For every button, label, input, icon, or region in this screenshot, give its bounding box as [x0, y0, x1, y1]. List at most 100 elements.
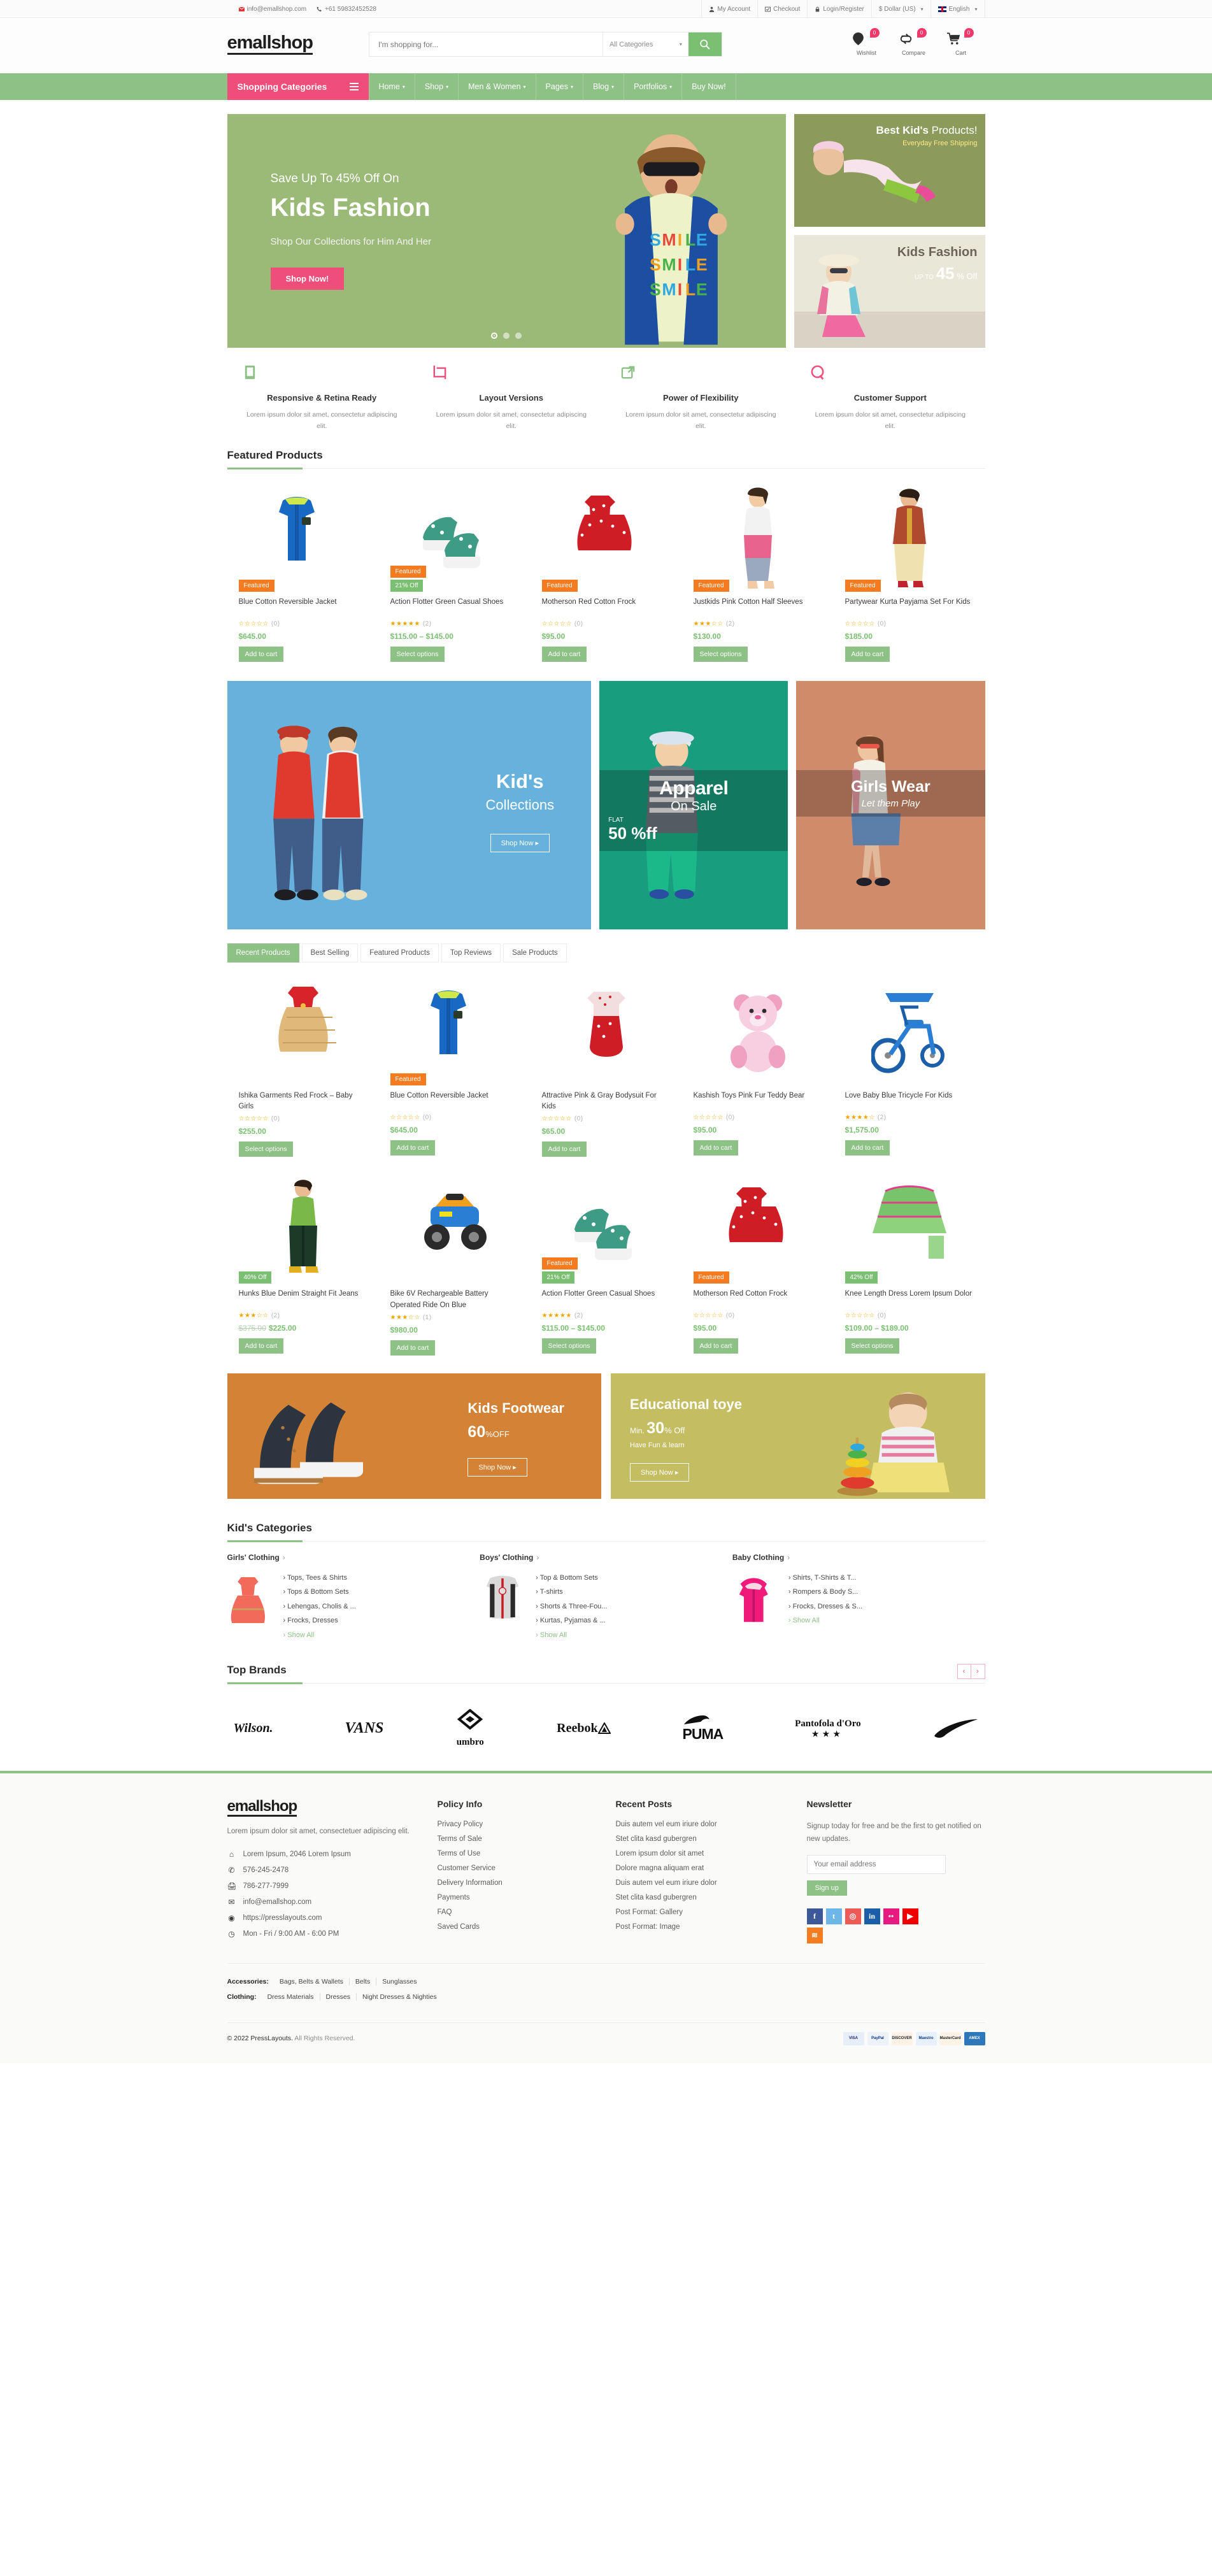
topbar-language-select[interactable]: English ▾	[930, 0, 985, 18]
brand-logo-reebok[interactable]: Reebok	[557, 1721, 611, 1736]
footer-policy-link[interactable]: FAQ	[438, 1908, 616, 1916]
product-title[interactable]: Blue Cotton Reversible Jacket	[390, 1091, 519, 1111]
footer-policy-link[interactable]: Payments	[438, 1894, 616, 1901]
slider-dot-2[interactable]	[503, 333, 510, 339]
topbar-link-my-account[interactable]: My Account	[701, 0, 757, 18]
add-to-cart-button[interactable]: Select options	[541, 1338, 597, 1354]
product-card[interactable]: Attractive Pink & Gray Bodysuit For Kids…	[531, 974, 682, 1157]
product-image[interactable]: Featured 21% Off	[541, 1172, 671, 1284]
product-title[interactable]: Hunks Blue Denim Straight Fit Jeans	[239, 1289, 367, 1309]
footer-contact-item[interactable]: ⌂ Lorem Ipsum, 2046 Lorem Ipsum	[227, 1850, 412, 1859]
product-card[interactable]: Featured 21% Off Action Flotter Green Cas…	[379, 480, 531, 662]
shopping-categories-button[interactable]: Shopping Categories	[227, 73, 369, 100]
site-logo[interactable]: emallshop	[227, 34, 313, 55]
tag-item[interactable]: Sunglasses	[376, 1978, 422, 1986]
add-to-cart-button[interactable]: Add to cart	[541, 646, 587, 662]
category-link[interactable]: › Lehengas, Cholis & ...	[283, 1599, 356, 1614]
product-image[interactable]: Featured	[390, 974, 519, 1085]
product-title[interactable]: Motherson Red Cotton Frock	[542, 597, 671, 617]
tab-best-selling[interactable]: Best Selling	[301, 943, 359, 962]
nav-link-shop[interactable]: Shop ▾	[415, 73, 459, 100]
product-image[interactable]: Featured	[541, 480, 671, 592]
footer-recent-post-link[interactable]: Stet clita kasd gubergren	[616, 1894, 807, 1901]
wishlist-button[interactable]: 0 Wishlist	[852, 28, 881, 56]
nav-link-pages[interactable]: Pages ▾	[536, 73, 584, 100]
side-banner-kids-fashion[interactable]: Kids Fashion UP TO 45 % Off	[794, 235, 985, 348]
add-to-cart-button[interactable]: Add to cart	[845, 646, 890, 662]
brand-logo-umbro[interactable]: umbro	[455, 1709, 485, 1748]
product-title[interactable]: Partywear Kurta Payjama Set For Kids	[845, 597, 974, 617]
search-button[interactable]	[688, 32, 722, 56]
product-title[interactable]: Action Flotter Green Casual Shoes	[390, 597, 519, 617]
product-card[interactable]: Bike 6V Rechargeable Battery Operated Ri…	[379, 1172, 531, 1356]
banner-apparel-on-sale[interactable]: Apparel On Sale FLAT 50 %ff	[599, 680, 788, 929]
side-banner-best-kids-products[interactable]: Best Kid's Products! Everyday Free Shipp…	[794, 114, 985, 227]
product-card[interactable]: Ishika Garments Red Frock – Baby Girls ☆…	[227, 974, 379, 1157]
add-to-cart-button[interactable]: Add to cart	[238, 646, 284, 662]
footer-policy-link[interactable]: Terms of Use	[438, 1850, 616, 1857]
newsletter-signup-button[interactable]: Sign up	[806, 1880, 847, 1896]
footer-policy-link[interactable]: Terms of Sale	[438, 1835, 616, 1843]
product-image[interactable]	[239, 974, 367, 1085]
category-link[interactable]: › Shorts & Three-Fou...	[536, 1599, 607, 1614]
footer-recent-post-link[interactable]: Post Format: Gallery	[616, 1908, 807, 1916]
product-title[interactable]: Kashish Toys Pink Fur Teddy Bear	[694, 1091, 822, 1111]
hero-slider[interactable]: Save Up To 45% Off On Kids Fashion Shop …	[227, 114, 786, 348]
add-to-cart-button[interactable]: Select options	[390, 646, 445, 662]
add-to-cart-button[interactable]: Select options	[845, 1338, 900, 1354]
twitter-icon[interactable]: t	[825, 1908, 842, 1924]
nav-link-men-women[interactable]: Men & Women ▾	[459, 73, 536, 100]
product-title[interactable]: Knee Length Dress Lorem Ipsum Dolor	[845, 1289, 974, 1309]
product-card[interactable]: Featured Blue Cotton Reversible Jacket ☆…	[227, 480, 379, 662]
footer-policy-link[interactable]: Saved Cards	[438, 1923, 616, 1931]
product-card[interactable]: Love Baby Blue Tricycle For Kids ★★★★☆ (2…	[834, 974, 985, 1157]
product-image[interactable]: Featured	[693, 1172, 822, 1284]
flickr-icon[interactable]: ••	[883, 1908, 899, 1924]
category-show-all[interactable]: › Show All	[536, 1628, 607, 1643]
footer-contact-item[interactable]: ✆ 576-245-2478	[227, 1866, 412, 1875]
category-link[interactable]: › Rompers & Body S...	[788, 1585, 862, 1599]
footer-logo[interactable]: emallshop	[227, 1799, 297, 1817]
tab-top-reviews[interactable]: Top Reviews	[441, 943, 501, 962]
promo-kids-footwear[interactable]: Kids Footwear 60%OFF Shop Now ▸	[227, 1373, 601, 1499]
category-link[interactable]: › T-shirts	[536, 1585, 607, 1599]
nav-link-buy-now[interactable]: Buy Now!	[682, 73, 736, 100]
topbar-phone[interactable]: +61 59832452528	[317, 6, 376, 13]
brands-next-button[interactable]: ›	[971, 1664, 985, 1680]
tag-item[interactable]: Dresses	[320, 1993, 357, 2001]
newsletter-email-input[interactable]	[806, 1854, 946, 1874]
category-link[interactable]: › Tops, Tees & Shirts	[283, 1571, 356, 1585]
add-to-cart-button[interactable]: Add to cart	[693, 1140, 739, 1156]
youtube-icon[interactable]: ▶	[902, 1908, 918, 1924]
product-title[interactable]: Bike 6V Rechargeable Battery Operated Ri…	[390, 1289, 519, 1311]
product-image[interactable]: Featured	[693, 480, 822, 592]
product-title[interactable]: Attractive Pink & Gray Bodysuit For Kids	[542, 1091, 671, 1113]
compare-button[interactable]: 0 Compare	[900, 28, 928, 56]
footer-policy-link[interactable]: Privacy Policy	[438, 1821, 616, 1828]
product-title[interactable]: Justkids Pink Cotton Half Sleeves	[694, 597, 822, 617]
brand-logo-vans[interactable]: VANS	[345, 1720, 383, 1737]
add-to-cart-button[interactable]: Select options	[693, 646, 748, 662]
product-image[interactable]: Featured	[238, 480, 367, 592]
brand-logo-wilson[interactable]: Wilson.	[234, 1721, 273, 1736]
cart-button[interactable]: 0 Cart	[946, 28, 975, 56]
category-link[interactable]: › Frocks, Dresses & S...	[788, 1599, 862, 1614]
product-title[interactable]: Action Flotter Green Casual Shoes	[542, 1289, 671, 1309]
category-heading[interactable]: Baby Clothing ›	[732, 1553, 966, 1562]
footer-recent-post-link[interactable]: Lorem ipsum dolor sit amet	[616, 1850, 807, 1857]
add-to-cart-button[interactable]: Add to cart	[541, 1141, 587, 1157]
rss-icon[interactable]: ≋	[806, 1927, 823, 1943]
nav-link-home[interactable]: Home ▾	[368, 73, 415, 100]
footer-recent-post-link[interactable]: Dolore magna aliquam erat	[616, 1864, 807, 1872]
product-card[interactable]: Featured Partywear Kurta Payjama Set For…	[834, 480, 985, 662]
footer-contact-item[interactable]: ✉ info@emallshop.com	[227, 1898, 412, 1907]
product-image[interactable]: 42% Off	[845, 1172, 974, 1284]
product-title[interactable]: Blue Cotton Reversible Jacket	[239, 597, 367, 617]
tab-sale-products[interactable]: Sale Products	[503, 943, 567, 962]
product-card[interactable]: 42% Off Knee Length Dress Lorem Ipsum Do…	[834, 1172, 985, 1356]
footer-recent-post-link[interactable]: Stet clita kasd gubergren	[616, 1835, 807, 1843]
product-image[interactable]: Featured	[845, 480, 974, 592]
product-card[interactable]: Featured 21% Off Action Flotter Green Cas…	[531, 1172, 682, 1356]
nav-link-blog[interactable]: Blog ▾	[583, 73, 625, 100]
tag-item[interactable]: Bags, Belts & Wallets	[274, 1977, 350, 1986]
